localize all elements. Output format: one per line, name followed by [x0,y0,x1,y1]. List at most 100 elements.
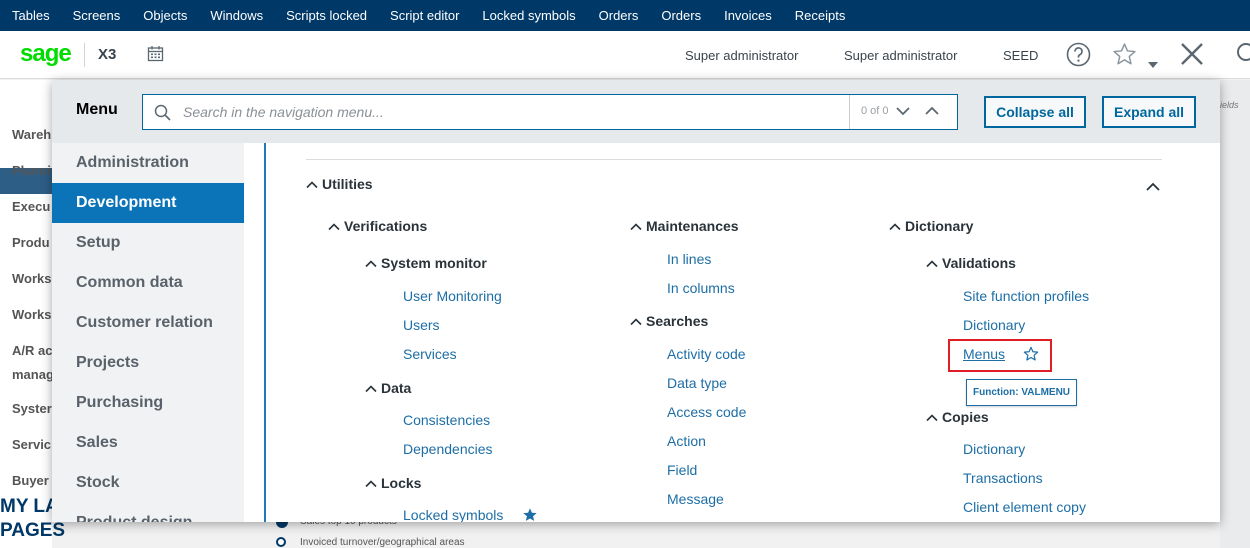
expand-all-button[interactable]: Expand all [1102,96,1196,128]
collapse-all-button[interactable]: Collapse all [984,96,1086,128]
group-verifications[interactable]: Verifications [328,218,427,234]
topbar-tab-screens[interactable]: Screens [73,8,121,23]
menu-category-product-design[interactable]: Product design [52,503,244,522]
close-icon[interactable] [1180,42,1204,71]
link-transactions[interactable]: Transactions [963,470,1043,486]
background-item: A/R ac [12,343,53,358]
menu-content: Utilities Verifications System monitor U… [266,143,1220,522]
link-users[interactable]: Users [403,317,440,333]
link-in-lines[interactable]: In lines [667,251,711,267]
background-item: Produ [12,235,50,250]
background-left-panel: Direct Wareh Planni Execu Produ Works Wo… [0,80,54,548]
menu-category-development[interactable]: Development [52,183,244,223]
previous-result-chevron-up-icon[interactable] [924,103,940,124]
search-result-count: 0 of 0 [861,105,889,117]
topbar-tab-scripts-locked[interactable]: Scripts locked [286,8,367,23]
link-dictionary-validation[interactable]: Dictionary [963,317,1025,333]
user-name-label[interactable]: Super administrator [844,48,957,63]
group-copies-label: Copies [942,409,989,425]
calendar-icon[interactable] [147,45,164,67]
topbar-tab-script-editor[interactable]: Script editor [390,8,459,23]
link-action[interactable]: Action [667,433,706,449]
group-locks[interactable]: Locks [365,475,421,491]
folder-label[interactable]: SEED [1003,48,1038,63]
background-item: Works [12,307,52,322]
background-item: Direct [12,91,49,106]
link-dictionary-copy[interactable]: Dictionary [963,441,1025,457]
link-message[interactable]: Message [667,491,724,507]
link-activity-code[interactable]: Activity code [667,346,746,362]
chevron-up-icon [365,260,377,268]
menu-category-purchasing[interactable]: Purchasing [52,383,244,423]
chevron-up-icon [630,223,642,231]
section-utilities[interactable]: Utilities [306,176,373,192]
menu-category-sales[interactable]: Sales [52,423,244,463]
group-data-label: Data [381,380,412,396]
menu-category-stock[interactable]: Stock [52,463,244,503]
link-field[interactable]: Field [667,462,697,478]
menu-search-input[interactable] [181,101,841,123]
link-data-type[interactable]: Data type [667,375,727,391]
link-services[interactable]: Services [403,346,457,362]
menu-category-administration[interactable]: Administration [52,143,244,183]
link-client-element-copy[interactable]: Client element copy [963,499,1086,515]
group-copies[interactable]: Copies [926,409,989,425]
group-validations[interactable]: Validations [926,255,1016,271]
topbar-tab-receipts[interactable]: Receipts [795,8,846,23]
chevron-up-icon [306,181,318,189]
menus-favorite-star-icon[interactable] [1023,346,1039,367]
locked-symbols-favorite-star-icon[interactable] [522,507,538,528]
group-system-monitor[interactable]: System monitor [365,255,487,271]
link-user-monitoring[interactable]: User Monitoring [403,288,502,304]
search-icon[interactable] [1234,42,1250,71]
topbar-tab-orders-2[interactable]: Orders [661,8,701,23]
link-consistencies[interactable]: Consistencies [403,412,490,428]
topbar-tab-tables[interactable]: Tables [12,8,50,23]
group-dictionary[interactable]: Dictionary [889,218,973,234]
header-divider [84,43,85,67]
group-searches[interactable]: Searches [630,313,708,329]
section-utilities-label: Utilities [322,176,373,192]
link-dependencies[interactable]: Dependencies [403,441,493,457]
background-item: manag [12,367,54,382]
topbar-tab-invoices[interactable]: Invoices [724,8,772,23]
topbar-tab-orders[interactable]: Orders [599,8,639,23]
chevron-up-icon [926,260,938,268]
search-icon [154,104,171,126]
link-access-code[interactable]: Access code [667,404,746,420]
topbar-tab-windows[interactable]: Windows [210,8,263,23]
next-result-chevron-down-icon[interactable] [895,103,911,124]
menu-category-setup[interactable]: Setup [52,223,244,263]
menu-category-common-data[interactable]: Common data [52,263,244,303]
user-role-label[interactable]: Super administrator [685,48,798,63]
menu-category-projects[interactable]: Projects [52,343,244,383]
link-in-columns[interactable]: In columns [667,280,735,296]
link-menus[interactable]: Menus [963,346,1005,362]
chevron-down-icon[interactable] [1148,55,1158,73]
group-data[interactable]: Data [365,380,411,396]
timeline-dot-icon [276,537,286,547]
chevron-up-icon [328,223,340,231]
group-dictionary-label: Dictionary [905,218,974,234]
chevron-up-icon [630,318,642,326]
collapse-utilities-chevron-up-icon[interactable] [1146,179,1160,197]
sage-logo[interactable]: sage [20,40,72,68]
background-item: Wareh [12,127,52,142]
background-item: Works [12,271,52,286]
link-site-function-profiles[interactable]: Site function profiles [963,288,1089,304]
topbar-tab-objects[interactable]: Objects [143,8,187,23]
help-icon[interactable] [1066,42,1091,72]
group-searches-label: Searches [646,313,709,329]
topbar-tab-locked-symbols[interactable]: Locked symbols [482,8,575,23]
group-locks-label: Locks [381,475,422,491]
menu-category-customer-relation[interactable]: Customer relation [52,303,244,343]
group-maintenances[interactable]: Maintenances [630,218,739,234]
function-tooltip: Function: VALMENU [966,379,1078,406]
link-locked-symbols[interactable]: Locked symbols [403,507,503,522]
chevron-up-icon [365,480,377,488]
content-top-divider [306,159,1162,160]
chevron-up-icon [889,223,901,231]
favorite-star-icon[interactable] [1112,42,1137,72]
background-item: Servic [12,437,52,452]
menu-title: Menu [76,101,118,118]
